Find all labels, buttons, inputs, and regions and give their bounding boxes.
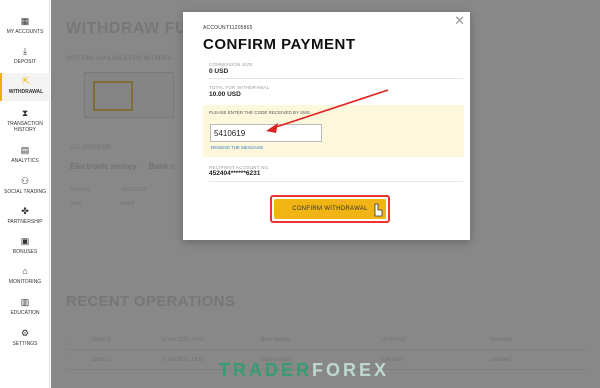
- sidebar-item-label: MONITORING: [8, 279, 42, 285]
- sidebar-item-monitoring[interactable]: ⌂ MONITORING: [0, 266, 50, 285]
- sidebar-item-label: ANALYTICS: [11, 158, 39, 164]
- grid-icon: ▦: [20, 16, 30, 26]
- close-icon[interactable]: ✕: [454, 13, 465, 29]
- divider: [209, 181, 463, 182]
- total-value: 10.00 USD: [209, 91, 241, 98]
- sidebar-item-label: MY ACCOUNTS: [6, 29, 44, 35]
- people-icon: ⚇: [20, 176, 30, 186]
- book-icon: ▥: [20, 297, 30, 307]
- gift-icon: ▣: [20, 236, 30, 246]
- sidebar-item-education[interactable]: ▥ EDUCATION: [0, 297, 50, 316]
- commission-label: COMMISSION SIZE: [209, 62, 253, 67]
- resend-message-link[interactable]: RESEND THE MESSAGE: [211, 145, 263, 150]
- sidebar-item-social-trading[interactable]: ⚇ SOCIAL TRADING: [0, 176, 50, 195]
- sidebar-item-label: BONUSES: [12, 249, 38, 255]
- confirm-withdrawal-button[interactable]: CONFIRM WITHDRAWAL: [274, 199, 386, 219]
- monitor-icon: ⌂: [22, 266, 28, 276]
- sms-code-section: PLEASE ENTER THE CODE RECEIVED BY SMS RE…: [203, 105, 464, 157]
- recipient-value: 452404******6231: [209, 170, 261, 177]
- sidebar-item-label: SETTINGS: [12, 341, 38, 347]
- account-number: ACCOUNT11205865: [203, 25, 253, 31]
- sidebar-item-label: PARTNERSHIP: [7, 219, 43, 225]
- sms-code-label: PLEASE ENTER THE CODE RECEIVED BY SMS: [209, 110, 310, 115]
- sidebar-item-bonuses[interactable]: ▣ BONUSES: [0, 236, 50, 255]
- confirm-highlight: CONFIRM WITHDRAWAL: [270, 195, 390, 223]
- commission-value: 0 USD: [209, 68, 229, 75]
- confirm-payment-dialog: ✕ ACCOUNT11205865 CONFIRM PAYMENT COMMIS…: [183, 12, 470, 240]
- sidebar-item-settings[interactable]: ⚙ SETTINGS: [0, 328, 50, 347]
- sidebar-item-label: SOCIAL TRADING: [4, 189, 46, 195]
- sidebar-item-deposit[interactable]: ⤓ DEPOSIT: [0, 46, 50, 65]
- sidebar-item-withdrawal[interactable]: ⇱ WITHDRAWAL: [0, 73, 50, 101]
- hourglass-icon: ⧗: [21, 108, 29, 118]
- sidebar-item-my-accounts[interactable]: ▦ MY ACCOUNTS: [0, 16, 50, 35]
- sidebar-item-label: EDUCATION: [10, 310, 40, 316]
- watermark-part2: FOREX: [312, 360, 390, 380]
- sms-code-input[interactable]: [210, 124, 322, 142]
- sidebar-item-partnership[interactable]: ✤ PARTNERSHIP: [0, 206, 50, 225]
- sidebar-item-label: WITHDRAWAL: [8, 89, 44, 95]
- sidebar: ▦ MY ACCOUNTS ⤓ DEPOSIT ⇱ WITHDRAWAL ⧗ T…: [0, 0, 50, 388]
- download-icon: ⤓: [23, 46, 27, 56]
- total-label: TOTAL FOR WITHDRAWAL: [209, 85, 270, 90]
- dialog-title: CONFIRM PAYMENT: [203, 36, 356, 53]
- sidebar-item-label: TRANSACTION HISTORY: [7, 121, 43, 133]
- watermark-part1: TRADER: [219, 360, 312, 380]
- withdrawal-icon: ⇱: [22, 76, 30, 86]
- chat-icon: ▤: [20, 145, 30, 155]
- sidebar-item-label: DEPOSIT: [14, 59, 36, 65]
- sidebar-item-analytics[interactable]: ▤ ANALYTICS: [0, 145, 50, 164]
- sidebar-item-transaction-history[interactable]: ⧗ TRANSACTION HISTORY: [0, 108, 50, 133]
- watermark-logo: TRADERFOREX: [219, 360, 389, 381]
- handshake-icon: ✤: [21, 206, 29, 216]
- divider: [209, 78, 463, 79]
- gear-icon: ⚙: [20, 328, 30, 338]
